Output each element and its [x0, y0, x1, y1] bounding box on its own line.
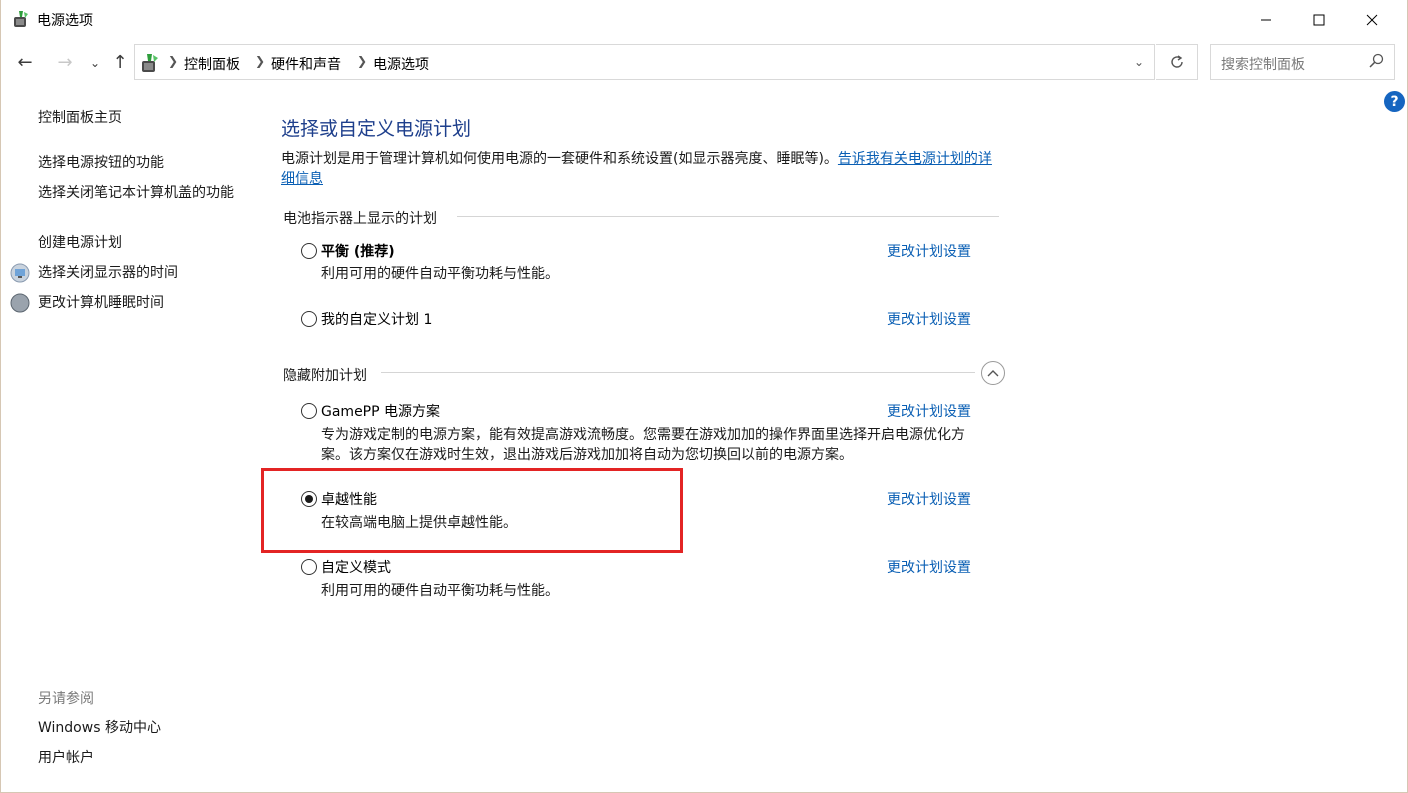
- breadcrumb-separator[interactable]: ❯: [168, 54, 178, 68]
- plan-name-gamepp[interactable]: GamePP 电源方案: [321, 401, 440, 421]
- sidebar-item-mobility-center[interactable]: Windows 移动中心: [38, 718, 161, 738]
- maximize-icon: [1313, 14, 1324, 26]
- change-plan-settings-link-custom-mode[interactable]: 更改计划设置: [887, 557, 971, 577]
- page-title: 选择或自定义电源计划: [281, 118, 472, 140]
- sidebar-home-link[interactable]: 控制面板主页: [38, 108, 122, 128]
- minimize-button[interactable]: [1239, 0, 1292, 40]
- breadcrumb-hardware-sound[interactable]: 硬件和声音: [271, 54, 341, 74]
- sidebar-item-display-off[interactable]: 选择关闭显示器的时间: [38, 263, 178, 283]
- chevron-down-icon[interactable]: ⌄: [1134, 55, 1144, 69]
- plan-radio-custom-mode[interactable]: [301, 559, 317, 575]
- refresh-icon: [1170, 55, 1183, 68]
- sidebar-item-user-accounts[interactable]: 用户帐户: [38, 748, 94, 768]
- plan-description-balanced: 利用可用的硬件自动平衡功耗与性能。: [321, 266, 559, 282]
- window: 电源选项 ← → ⌄ ↑ ❯ 控制面板 ❯ 硬件和声音 ❯ 电源选项 ⌄ 搜索控…: [0, 0, 1408, 793]
- divider: [381, 372, 975, 373]
- search-input[interactable]: 搜索控制面板: [1221, 54, 1305, 74]
- power-options-icon: [142, 54, 158, 72]
- up-button[interactable]: ↑: [108, 52, 132, 73]
- plan-name-custom-mode[interactable]: 自定义模式: [321, 557, 391, 577]
- title-bar: 电源选项: [1, 0, 1407, 40]
- see-also-title: 另请参阅: [38, 691, 94, 707]
- power-options-icon: [14, 11, 28, 27]
- back-button[interactable]: ←: [13, 52, 37, 73]
- window-title: 电源选项: [37, 13, 93, 29]
- breadcrumb-power-options[interactable]: 电源选项: [373, 54, 429, 74]
- close-button[interactable]: [1345, 0, 1398, 40]
- search-box[interactable]: 搜索控制面板: [1210, 44, 1395, 80]
- moon-icon: [10, 293, 30, 313]
- close-icon: [1366, 14, 1377, 26]
- highlight-box: [261, 468, 683, 553]
- change-plan-settings-link-ultimate-performance[interactable]: 更改计划设置: [887, 489, 971, 509]
- change-plan-settings-link-balanced[interactable]: 更改计划设置: [887, 241, 971, 261]
- chevron-up-icon: [987, 370, 999, 377]
- minimize-icon: [1260, 19, 1271, 21]
- sidebar-item-sleep-time[interactable]: 更改计算机睡眠时间: [38, 293, 164, 313]
- sidebar-item-create-plan[interactable]: 创建电源计划: [38, 233, 122, 253]
- maximize-button[interactable]: [1292, 0, 1345, 40]
- plan-radio-custom-1[interactable]: [301, 311, 317, 327]
- breadcrumb-separator[interactable]: ❯: [255, 54, 265, 68]
- help-button[interactable]: ?: [1384, 91, 1405, 112]
- sidebar-item-power-buttons[interactable]: 选择电源按钮的功能: [38, 153, 164, 173]
- recent-locations-button[interactable]: ⌄: [83, 56, 107, 70]
- navigation-bar: ← → ⌄ ↑ ❯ 控制面板 ❯ 硬件和声音 ❯ 电源选项 ⌄ 搜索控制面板: [1, 40, 1407, 86]
- change-plan-settings-link-gamepp[interactable]: 更改计划设置: [887, 401, 971, 421]
- page-description: 电源计划是用于管理计算机如何使用电源的一套硬件和系统设置(如显示器亮度、睡眠等)…: [281, 149, 1001, 189]
- plan-radio-gamepp[interactable]: [301, 403, 317, 419]
- search-icon[interactable]: [1368, 53, 1384, 69]
- sidebar-item-lid-close[interactable]: 选择关闭笔记本计算机盖的功能: [38, 183, 243, 203]
- refresh-button[interactable]: [1156, 44, 1198, 80]
- plan-radio-balanced[interactable]: [301, 243, 317, 259]
- forward-button[interactable]: →: [53, 52, 77, 73]
- hidden-group-header: 隐藏附加计划: [283, 368, 367, 384]
- address-bar[interactable]: ❯ 控制面板 ❯ 硬件和声音 ❯ 电源选项 ⌄: [134, 44, 1155, 80]
- description-text: 电源计划是用于管理计算机如何使用电源的一套硬件和系统设置(如显示器亮度、睡眠等)…: [281, 151, 838, 167]
- breadcrumb-separator[interactable]: ❯: [357, 54, 367, 68]
- divider: [457, 216, 999, 217]
- plan-name-custom-1[interactable]: 我的自定义计划 1: [321, 309, 432, 329]
- plan-description-custom-mode: 利用可用的硬件自动平衡功耗与性能。: [321, 583, 559, 599]
- plan-description-gamepp: 专为游戏定制的电源方案，能有效提高游戏流畅度。您需要在游戏加加的操作界面里选择开…: [321, 427, 965, 463]
- battery-group-header: 电池指示器上显示的计划: [283, 211, 437, 227]
- change-plan-settings-link-custom-1[interactable]: 更改计划设置: [887, 309, 971, 329]
- plan-name-balanced[interactable]: 平衡 (推荐): [321, 241, 395, 261]
- display-icon: [10, 263, 30, 283]
- collapse-button[interactable]: [981, 361, 1005, 385]
- breadcrumb-control-panel[interactable]: 控制面板: [184, 54, 240, 74]
